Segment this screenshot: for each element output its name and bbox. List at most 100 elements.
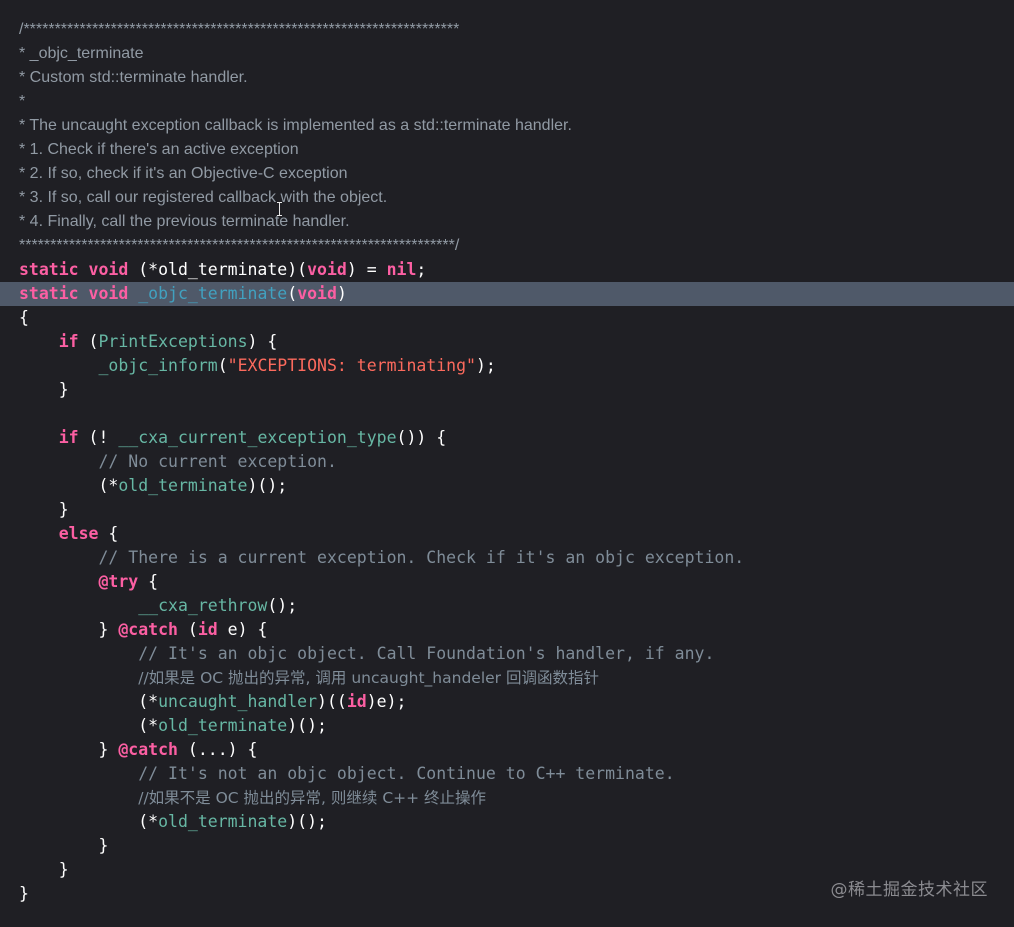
code-token-ident: uncaught_handler bbox=[158, 692, 318, 711]
code-token-plain: ( bbox=[287, 284, 298, 303]
code-token-plain: (* bbox=[19, 476, 119, 495]
code-line[interactable]: * Custom std::terminate handler. bbox=[0, 66, 1014, 90]
code-line-selected[interactable]: static void _objc_terminate(void) bbox=[0, 282, 1014, 306]
code-token-doc: /***************************************… bbox=[19, 21, 460, 38]
code-line[interactable]: } bbox=[0, 834, 1014, 858]
code-token-doc: * 3. If so, call our registered callback… bbox=[19, 189, 388, 206]
code-line[interactable]: @try { bbox=[0, 570, 1014, 594]
code-token-kw: @catch bbox=[118, 740, 178, 759]
code-line[interactable]: { bbox=[0, 306, 1014, 330]
code-line[interactable]: (*old_terminate)(); bbox=[0, 474, 1014, 498]
code-line[interactable]: __cxa_rethrow(); bbox=[0, 594, 1014, 618]
code-line[interactable]: _objc_inform("EXCEPTIONS: terminating"); bbox=[0, 354, 1014, 378]
code-token-plain: )(); bbox=[287, 716, 327, 735]
code-token-plain: (! bbox=[78, 428, 119, 447]
code-token-kw: void bbox=[297, 284, 337, 303]
code-token-kw: id bbox=[197, 620, 218, 639]
code-token-doc: * bbox=[19, 93, 26, 110]
code-token-plain: ) = bbox=[346, 260, 387, 279]
code-line[interactable]: } bbox=[0, 498, 1014, 522]
code-line-text: ****************************************… bbox=[19, 234, 459, 258]
code-token-kw: @try bbox=[98, 572, 139, 591]
code-token-plain: { bbox=[98, 524, 119, 543]
code-line[interactable] bbox=[0, 402, 1014, 426]
code-line[interactable]: static void (*old_terminate)(void) = nil… bbox=[0, 258, 1014, 282]
code-line[interactable]: if (! __cxa_current_exception_type()) { bbox=[0, 426, 1014, 450]
code-line[interactable]: ****************************************… bbox=[0, 234, 1014, 258]
code-token-plain: { bbox=[19, 308, 29, 327]
code-token-plain: )e); bbox=[366, 692, 407, 711]
code-line[interactable]: // There is a current exception. Check i… bbox=[0, 546, 1014, 570]
code-token-ident: old_terminate bbox=[118, 476, 248, 495]
code-token-func: _objc_terminate bbox=[138, 284, 288, 303]
code-token-comment: //如果是 OC 抛出的异常, 调用 uncaught_handeler 回调函… bbox=[138, 669, 599, 687]
code-token-plain: } bbox=[19, 500, 69, 519]
code-token-doc: * 1. Check if there's an active exceptio… bbox=[19, 141, 299, 158]
code-line[interactable]: * 2. If so, check if it's an Objective-C… bbox=[0, 162, 1014, 186]
code-token-plain: (* bbox=[19, 716, 159, 735]
code-line[interactable]: if (PrintExceptions) { bbox=[0, 330, 1014, 354]
code-line-text: // It's not an objc object. Continue to … bbox=[19, 762, 675, 786]
code-token-doc: * _objc_terminate bbox=[19, 45, 144, 62]
code-token-plain: } bbox=[19, 620, 119, 639]
code-line-text: else { bbox=[19, 522, 119, 546]
code-line[interactable]: // No current exception. bbox=[0, 450, 1014, 474]
code-line[interactable]: * 3. If so, call our registered callback… bbox=[0, 186, 1014, 210]
code-token-plain: )(( bbox=[317, 692, 347, 711]
code-line[interactable]: } bbox=[0, 378, 1014, 402]
code-line[interactable]: // It's not an objc object. Continue to … bbox=[0, 762, 1014, 786]
code-line[interactable]: * 4. Finally, call the previous terminat… bbox=[0, 210, 1014, 234]
code-token-plain: ()) { bbox=[396, 428, 447, 447]
code-line[interactable]: /***************************************… bbox=[0, 18, 1014, 42]
code-line[interactable]: //如果是 OC 抛出的异常, 调用 uncaught_handeler 回调函… bbox=[0, 666, 1014, 690]
code-line[interactable]: (*old_terminate)(); bbox=[0, 810, 1014, 834]
code-line-text: } bbox=[19, 858, 69, 882]
code-line-text: * 1. Check if there's an active exceptio… bbox=[19, 138, 299, 162]
code-line-text: //如果是 OC 抛出的异常, 调用 uncaught_handeler 回调函… bbox=[19, 666, 599, 690]
code-line-text: } @catch (...) { bbox=[19, 738, 257, 762]
code-token-comment: // There is a current exception. Check i… bbox=[98, 548, 745, 567]
code-line[interactable]: } @catch (id e) { bbox=[0, 618, 1014, 642]
code-token-comment: // It's not an objc object. Continue to … bbox=[138, 764, 675, 783]
code-line-text: (*uncaught_handler)((id)e); bbox=[19, 690, 406, 714]
code-line-text: static void _objc_terminate(void) bbox=[19, 282, 347, 306]
code-line[interactable]: * The uncaught exception callback is imp… bbox=[0, 114, 1014, 138]
code-line-text: } @catch (id e) { bbox=[19, 618, 267, 642]
code-line[interactable]: (*old_terminate)(); bbox=[0, 714, 1014, 738]
code-line[interactable]: else { bbox=[0, 522, 1014, 546]
code-token-kw: void bbox=[307, 260, 347, 279]
code-token-plain: } bbox=[19, 380, 69, 399]
code-line-text: (*old_terminate)(); bbox=[19, 714, 327, 738]
code-line-text: // There is a current exception. Check i… bbox=[19, 546, 744, 570]
code-token-doc: * Custom std::terminate handler. bbox=[19, 69, 248, 86]
code-line-text: static void (*old_terminate)(void) = nil… bbox=[19, 258, 426, 282]
code-line[interactable]: * 1. Check if there's an active exceptio… bbox=[0, 138, 1014, 162]
code-editor[interactable]: /***************************************… bbox=[0, 0, 1014, 927]
code-line-text: // No current exception. bbox=[19, 450, 336, 474]
code-line[interactable]: * _objc_terminate bbox=[0, 42, 1014, 66]
code-line-text: { bbox=[19, 306, 29, 330]
code-line-text: //如果不是 OC 抛出的异常, 则继续 C++ 终止操作 bbox=[19, 786, 486, 810]
code-token-str: "EXCEPTIONS: terminating" bbox=[227, 356, 476, 375]
code-line[interactable]: } @catch (...) { bbox=[0, 738, 1014, 762]
code-line[interactable]: * bbox=[0, 90, 1014, 114]
code-line-text: __cxa_rethrow(); bbox=[19, 594, 297, 618]
code-token-plain: } bbox=[19, 836, 109, 855]
code-line[interactable]: // It's an objc object. Call Foundation'… bbox=[0, 642, 1014, 666]
code-line[interactable]: (*uncaught_handler)((id)e); bbox=[0, 690, 1014, 714]
code-token-kw: void bbox=[88, 260, 129, 279]
code-token-kw: nil bbox=[386, 260, 417, 279]
code-token-plain: ) { bbox=[247, 332, 278, 351]
code-token-plain: } bbox=[19, 740, 119, 759]
code-token-comment: //如果不是 OC 抛出的异常, 则继续 C++ 终止操作 bbox=[138, 789, 487, 807]
code-line[interactable]: //如果不是 OC 抛出的异常, 则继续 C++ 终止操作 bbox=[0, 786, 1014, 810]
